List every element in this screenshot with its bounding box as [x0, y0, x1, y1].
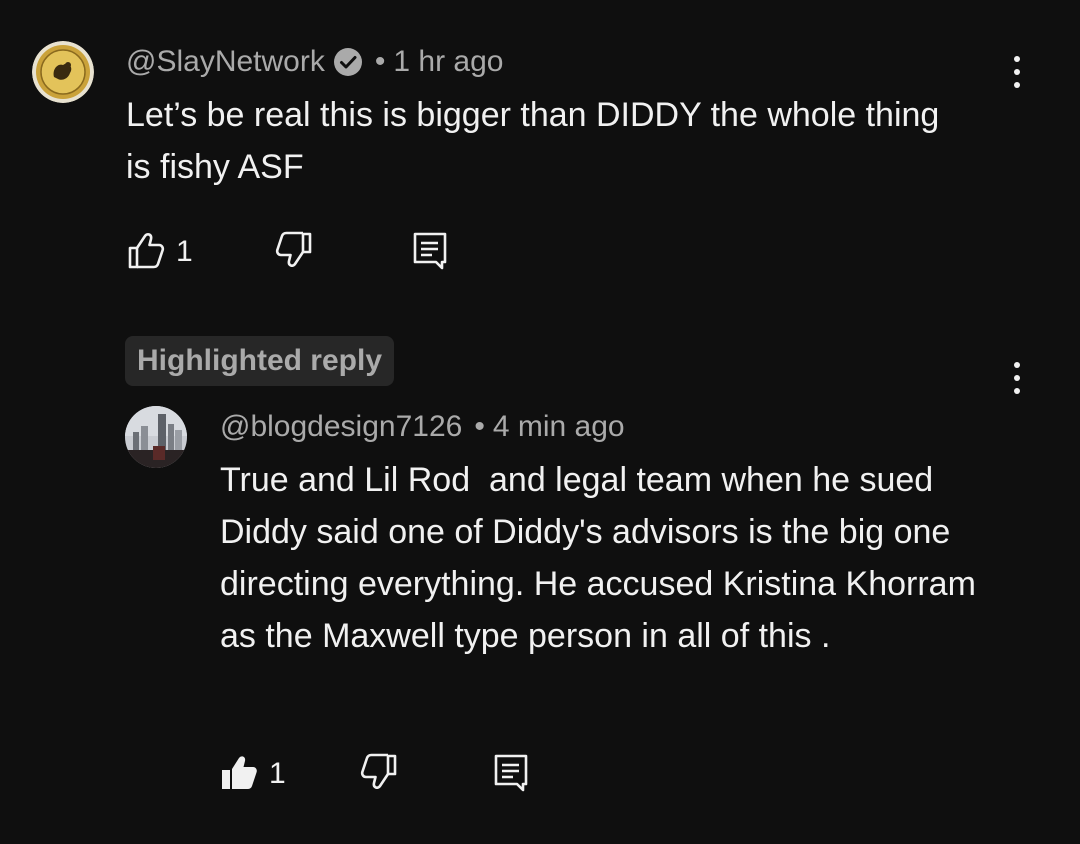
slaynetwork-avatar[interactable] — [32, 41, 94, 103]
comment-author-handle[interactable]: @SlayNetwork — [126, 45, 325, 79]
thumbs-down-icon[interactable] — [359, 752, 399, 797]
comment-meta: @SlayNetwork • 1 hr ago — [126, 42, 503, 82]
meta-separator: • — [374, 45, 386, 78]
thumbs-down-icon[interactable] — [274, 230, 314, 275]
reply-more-icon[interactable] — [1007, 358, 1027, 398]
highlighted-reply-badge: Highlighted reply — [125, 336, 395, 386]
reply-like-count: 1 — [269, 757, 286, 790]
comment-actions: 1 — [126, 230, 450, 274]
meta-separator: • — [474, 410, 485, 443]
verified-check-icon — [333, 47, 363, 77]
reply-text: True and Lil Rod and legal team when he … — [220, 461, 986, 655]
reply-meta: @blogdesign7126 • 4 min ago — [220, 407, 625, 447]
comment-more-icon[interactable] — [1007, 52, 1027, 92]
blogdesign-avatar[interactable] — [125, 406, 187, 468]
thumbs-up-filled-icon[interactable] — [219, 752, 259, 797]
comment-timestamp[interactable]: 1 hr ago — [393, 45, 503, 79]
reply-timestamp[interactable]: 4 min ago — [493, 410, 625, 444]
thumbs-up-icon[interactable] — [126, 230, 166, 275]
comment-text: Let’s be real this is bigger than DIDDY … — [126, 96, 940, 186]
reply-author-handle[interactable]: @blogdesign7126 — [220, 410, 462, 444]
reply-comment-icon[interactable] — [410, 230, 450, 275]
comment-like-count: 1 — [176, 235, 193, 268]
reply-comment-icon[interactable] — [491, 752, 531, 797]
reply-actions: 1 — [219, 752, 531, 796]
